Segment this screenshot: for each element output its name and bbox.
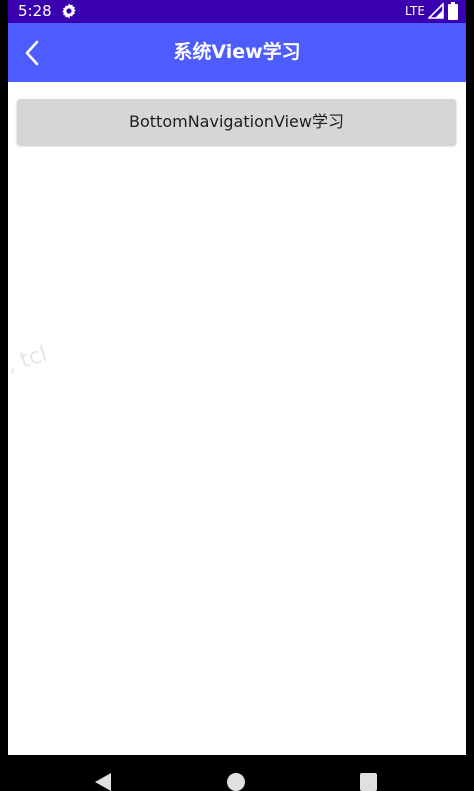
page-title: 系统View学习 — [173, 41, 301, 63]
bottom-navigation-view-button[interactable]: BottomNavigationView学习 — [17, 99, 456, 145]
nav-recents-button[interactable] — [360, 773, 377, 791]
triangle-back-icon — [95, 773, 111, 791]
phone-screen: 5:28 LTE 系统View学习 BottomNavigationView学习… — [8, 0, 466, 791]
battery-icon — [448, 2, 458, 20]
watermark: l, tcl — [8, 341, 51, 380]
back-button[interactable] — [20, 37, 50, 69]
system-nav-bar — [8, 755, 466, 791]
main-content: BottomNavigationView学习 l, tcl — [8, 82, 466, 755]
network-type: LTE — [405, 4, 425, 18]
status-bar: 5:28 LTE — [8, 0, 466, 23]
gear-icon — [61, 3, 77, 19]
app-bar: 系统View学习 — [8, 23, 466, 82]
signal-icon — [427, 2, 444, 19]
status-time: 5:28 — [18, 2, 52, 20]
chevron-left-icon — [25, 40, 39, 66]
nav-back-button[interactable] — [94, 772, 112, 791]
nav-home-button[interactable] — [227, 773, 245, 791]
